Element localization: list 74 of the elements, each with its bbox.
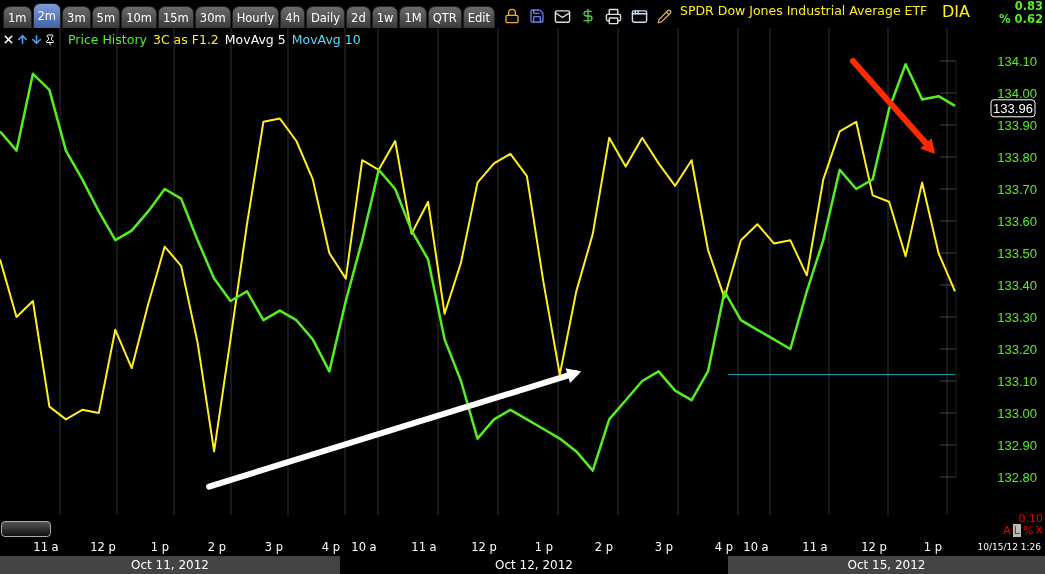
mail-icon[interactable] [554, 7, 572, 25]
price-axis-label: 132.90 [997, 438, 1037, 453]
window-icon[interactable] [631, 7, 649, 25]
price-axis-label: 134.10 [997, 54, 1037, 69]
timeframe-tab[interactable]: Hourly [231, 6, 280, 28]
time-axis-label: 2 p [207, 540, 227, 554]
price-axis-label: 133.90 [997, 118, 1037, 133]
price-axis-label: 133.60 [997, 214, 1037, 229]
scale-button[interactable]: X [1035, 524, 1043, 537]
legend-label: Price History [68, 32, 147, 47]
price-axis-label: 134.00 [997, 86, 1037, 101]
legend-label: MovAvg 10 [291, 32, 361, 47]
time-axis-label: 12 p [90, 540, 116, 554]
time-axis-label: 1 p [534, 540, 554, 554]
pin-icon[interactable] [44, 33, 56, 46]
price-change: 0.83 [1014, 0, 1043, 13]
price-axis-label: 133.20 [997, 342, 1037, 357]
last-price-label: 133.96 [990, 99, 1036, 118]
timeframe-tab[interactable]: 15m [157, 6, 194, 28]
save-icon[interactable] [529, 8, 546, 24]
pencil-icon[interactable] [657, 8, 673, 24]
lock-icon[interactable] [504, 8, 521, 24]
legend-label: 3C as F1.2 [152, 32, 219, 47]
timeframe-tab[interactable]: 5m [91, 6, 121, 28]
time-axis-label: 11 a [411, 540, 437, 554]
date-label: Oct 12, 2012 [495, 558, 573, 572]
arrow-up-icon[interactable] [16, 33, 29, 46]
timeframe-tab[interactable]: 1w [371, 6, 399, 28]
timeframe-tab[interactable]: 2d [346, 6, 371, 28]
percent-change: % 0.62 [999, 12, 1043, 26]
timeframe-tab[interactable]: Edit [462, 6, 496, 28]
timeframe-tab[interactable]: 10m [121, 6, 157, 28]
time-axis-label: 1 p [150, 540, 170, 554]
close-icon[interactable] [2, 33, 15, 46]
timeframe-tab[interactable]: Daily [305, 6, 346, 28]
time-axis-label: 11 a [33, 540, 59, 554]
date-label: Oct 11, 2012 [131, 558, 209, 572]
price-axis-label: 133.70 [997, 182, 1037, 197]
timeframe-tab[interactable]: 2m [32, 3, 62, 28]
timeframe-tab[interactable]: 4h [280, 6, 305, 28]
timeframe-tab[interactable]: QTR [427, 6, 462, 28]
security-name: SPDR Dow Jones Industrial Average ETF [680, 3, 928, 18]
price-axis-label: 133.40 [997, 278, 1037, 293]
ticker-symbol: DIA [942, 2, 970, 21]
legend-label: MovAvg 5 [224, 32, 286, 47]
time-axis-label: 12 p [471, 540, 497, 554]
date-label: Oct 15, 2012 [847, 558, 926, 572]
price-axis-label: 133.50 [997, 246, 1037, 261]
time-axis-label: 4 p [321, 540, 341, 554]
time-axis-label: 12 p [861, 540, 887, 554]
timeframe-tab[interactable]: 3m [62, 6, 91, 28]
time-axis-label: 10 a [351, 540, 377, 554]
price-axis-label: 132.80 [997, 470, 1037, 485]
timeframe-tab[interactable]: 30m [194, 6, 231, 28]
arrow-down-icon[interactable] [30, 33, 43, 46]
price-axis-label: 133.80 [997, 150, 1037, 165]
time-axis-label: 1 p [923, 540, 943, 554]
price-axis-label: 133.30 [997, 310, 1037, 325]
price-axis-label: 133.10 [997, 374, 1037, 389]
time-axis-label: 11 a [802, 540, 828, 554]
scroll-handle[interactable] [1, 521, 51, 537]
time-axis-label: 3 p [654, 540, 674, 554]
scale-button[interactable]: % [1023, 524, 1034, 537]
time-axis-label: 10 a [743, 540, 769, 554]
time-axis-label: 3 p [264, 540, 284, 554]
time-axis-label: 2 p [594, 540, 614, 554]
timestamp: 10/15/12 1:26 [977, 542, 1041, 552]
timeframe-tab[interactable]: 1m [3, 6, 32, 28]
scale-value: 0.10 [1018, 512, 1043, 525]
time-axis-label: 4 p [714, 540, 734, 554]
printer-icon[interactable] [605, 7, 623, 25]
scale-button[interactable]: A [1003, 524, 1011, 537]
timeframe-tab[interactable]: 1M [399, 6, 427, 28]
price-axis-label: 133.00 [997, 406, 1037, 421]
